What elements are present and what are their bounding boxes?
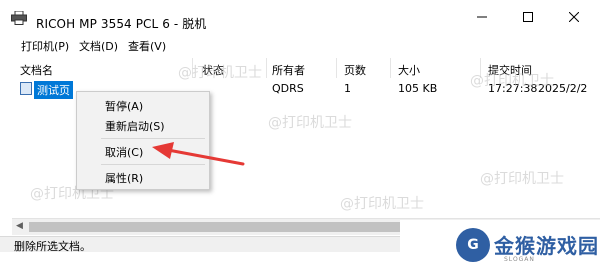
job-submitted-date: 2025/2/2 (538, 82, 588, 95)
context-restart[interactable]: 重新启动(S) (105, 118, 165, 134)
column-document-name[interactable]: 文档名 (20, 62, 53, 78)
context-cancel[interactable]: 取消(C) (105, 144, 143, 160)
watermark-text: @打印机卫士 (340, 196, 424, 212)
column-divider[interactable] (336, 58, 337, 78)
document-icon (20, 82, 32, 95)
maximize-button[interactable] (505, 0, 551, 34)
menu-document[interactable]: 文档(D) (79, 38, 118, 54)
job-submitted-time: 17:27:38 (488, 82, 538, 95)
window-title: RICOH MP 3554 PCL 6 - 脱机 (36, 17, 207, 31)
column-divider[interactable] (480, 58, 481, 78)
column-divider[interactable] (192, 58, 193, 78)
printer-icon (11, 11, 27, 25)
column-status[interactable]: 状态 (202, 62, 224, 78)
job-owner: QDRS (272, 82, 304, 95)
title-bar: RICOH MP 3554 PCL 6 - 脱机 (0, 0, 600, 34)
column-owner[interactable]: 所有者 (272, 62, 305, 78)
minimize-button[interactable] (459, 0, 505, 34)
close-icon (569, 12, 579, 22)
scrollbar-thumb[interactable] (29, 222, 419, 232)
job-name[interactable]: 测试页 (34, 81, 73, 99)
column-pages[interactable]: 页数 (344, 62, 366, 78)
watermark-text: @打印机卫士 (480, 171, 564, 187)
column-submitted[interactable]: 提交时间 (488, 62, 532, 78)
maximize-icon (523, 12, 533, 22)
scroll-left-icon[interactable]: ◀ (16, 221, 23, 231)
menu-view[interactable]: 查看(V) (128, 38, 166, 54)
menu-printer[interactable]: 打印机(P) (21, 38, 69, 54)
menu-divider (101, 138, 205, 139)
annotation-arrow-icon (152, 142, 245, 166)
column-size[interactable]: 大小 (398, 62, 420, 78)
job-pages: 1 (344, 82, 351, 95)
brand-tagline: SLOGAN (504, 256, 535, 263)
column-divider[interactable] (266, 58, 267, 78)
brand-badge-icon: G (456, 228, 490, 262)
watermark-text: @打印机卫士 (268, 115, 352, 131)
column-divider[interactable] (390, 58, 391, 78)
column-header: 文档名 状态 所有者 页数 大小 提交时间 (12, 58, 600, 78)
minimize-icon (477, 16, 487, 18)
status-text: 删除所选文档。 (14, 240, 91, 253)
menu-bar: 打印机(P) 文档(D) 查看(V) (0, 36, 600, 56)
context-pause[interactable]: 暂停(A) (105, 98, 143, 114)
close-button[interactable] (551, 0, 597, 34)
brand-name: 金猴游戏园 (494, 234, 599, 258)
brand-logo: G 金猴游戏园 SLOGAN (400, 220, 600, 270)
job-size: 105 KB (398, 82, 438, 95)
context-properties[interactable]: 属性(R) (105, 170, 143, 186)
